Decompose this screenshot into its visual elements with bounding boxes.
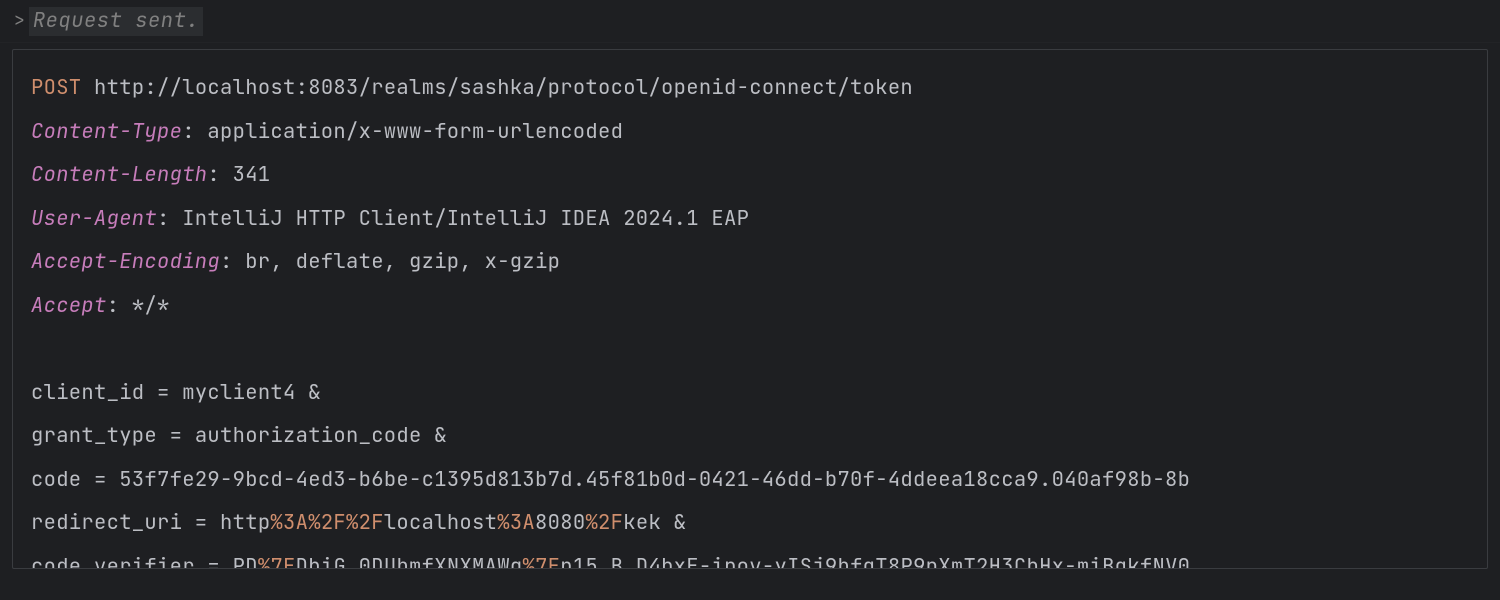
body-client-id: client_id = myclient4 & xyxy=(31,371,1487,415)
body-grant-type: grant_type = authorization_code & xyxy=(31,414,1487,458)
http-method: POST xyxy=(31,74,81,101)
chevron-right-icon: > xyxy=(14,12,25,30)
body-code-verifier: code_verifier = PD%7EDbiG.0DUhmfXNXMAWq%… xyxy=(31,545,1487,570)
header-user-agent: User-Agent: IntelliJ HTTP Client/Intelli… xyxy=(31,197,1487,241)
request-sent-status: Request sent. xyxy=(29,7,203,36)
header-accept-encoding: Accept-Encoding: br, deflate, gzip, x-gz… xyxy=(31,240,1487,284)
request-line: POST http://localhost:8083/realms/sashka… xyxy=(31,66,1487,110)
header-content-type: Content-Type: application/x-www-form-url… xyxy=(31,110,1487,154)
log-tree-header[interactable]: > Request sent. xyxy=(0,0,1500,43)
http-url: http://localhost:8083/realms/sashka/prot… xyxy=(94,74,913,101)
request-output-panel[interactable]: POST http://localhost:8083/realms/sashka… xyxy=(12,49,1488,569)
body-redirect-uri: redirect_uri = http%3A%2F%2Flocalhost%3A… xyxy=(31,501,1487,545)
header-accept: Accept: */* xyxy=(31,284,1487,328)
blank-line xyxy=(31,327,1487,371)
header-content-length: Content-Length: 341 xyxy=(31,153,1487,197)
body-code: code = 53f7fe29-9bcd-4ed3-b6be-c1395d813… xyxy=(31,458,1487,502)
